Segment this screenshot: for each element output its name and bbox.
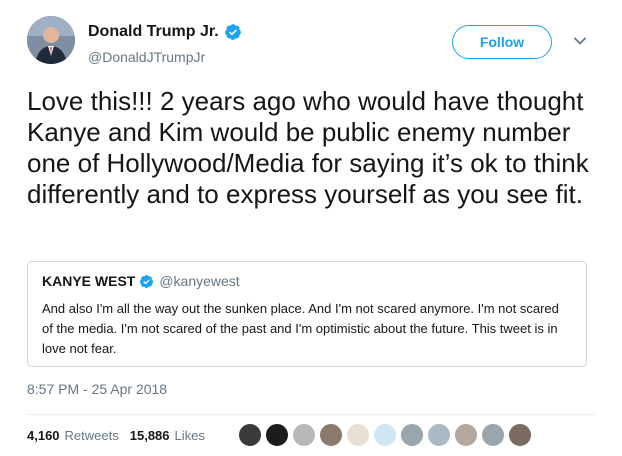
author-info: Donald Trump Jr. @DonaldJTrumpJr [88,22,242,65]
liker-avatar[interactable] [238,423,262,447]
chevron-down-icon[interactable] [574,36,586,46]
liker-avatar[interactable] [319,423,343,447]
liker-avatar[interactable] [265,423,289,447]
liker-avatar[interactable] [454,423,478,447]
liker-avatars [238,423,535,447]
author-name[interactable]: Donald Trump Jr. [88,23,219,41]
divider [27,414,595,415]
liker-avatar[interactable] [292,423,316,447]
verified-badge-icon [140,274,154,288]
likes-label: Likes [174,428,205,443]
liker-avatar[interactable] [508,423,532,447]
tweet-stats: 4,160 Retweets 15,886 Likes [27,428,205,443]
liker-avatar[interactable] [427,423,451,447]
liker-avatar[interactable] [481,423,505,447]
likes-count: 15,886 [129,428,170,443]
author-handle[interactable]: @DonaldJTrumpJr [88,49,242,65]
likes-stat[interactable]: 15,886 Likes [130,428,205,443]
quoted-author-name: KANYE WEST [42,273,136,289]
liker-avatar[interactable] [400,423,424,447]
retweets-count: 4,160 [27,428,60,443]
follow-button[interactable]: Follow [452,25,552,59]
retweets-stat[interactable]: 4,160 Retweets [27,428,119,443]
tweet-text: Love this!!! 2 years ago who would have … [27,86,589,209]
quoted-tweet[interactable]: KANYE WEST @kanyewest And also I'm all t… [27,261,587,367]
retweets-label: Retweets [64,428,119,443]
tweet-header: Donald Trump Jr. @DonaldJTrumpJr Follow [0,0,622,80]
quoted-tweet-text: And also I'm all the way out the sunken … [42,301,559,356]
tweet-timestamp[interactable]: 8:57 PM - 25 Apr 2018 [27,381,167,397]
liker-avatar[interactable] [373,423,397,447]
liker-avatar[interactable] [346,423,370,447]
author-avatar[interactable] [27,16,75,64]
quoted-author-handle: @kanyewest [159,273,240,289]
avatar-image [27,16,75,64]
verified-badge-icon [224,24,241,40]
